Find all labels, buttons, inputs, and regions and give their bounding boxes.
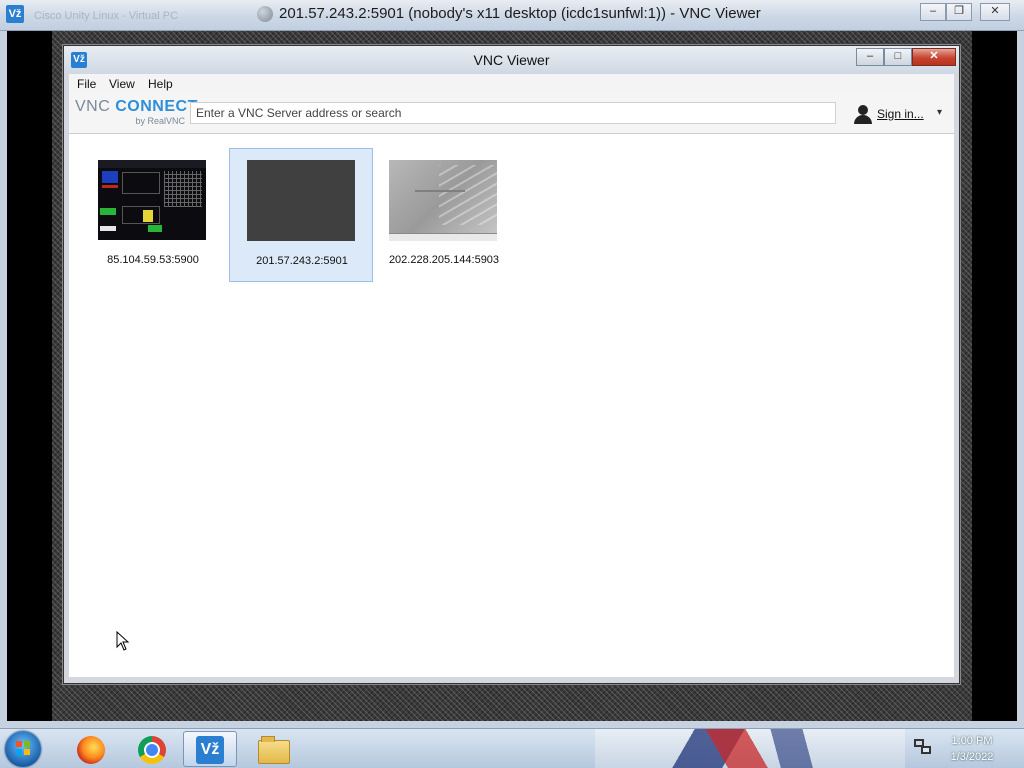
firefox-icon	[77, 736, 105, 764]
window-frame-bottom	[0, 721, 1024, 728]
mouse-cursor-icon	[116, 631, 130, 651]
taskbar-firefox-button[interactable]	[62, 731, 116, 767]
connection-tile-selected[interactable]: 201.57.243.2:5901	[229, 148, 373, 282]
window-frame-left	[0, 31, 7, 728]
vnc-viewer-titlebar[interactable]: Vž VNC Viewer ‒ □ ✕	[64, 46, 959, 74]
connection-thumbnail	[247, 160, 355, 241]
chrome-icon	[138, 736, 166, 764]
taskbar-file-explorer-button[interactable]	[245, 731, 299, 767]
menu-view[interactable]: View	[109, 77, 135, 91]
vnc-connect-logo: VNC CONNECT by RealVNC	[75, 98, 197, 130]
taskbar: Vž 1:00 PM 1/3/2022	[0, 728, 1024, 768]
vnc-maximize-button[interactable]: □	[884, 48, 912, 66]
taskbar-vnc-viewer-button[interactable]: Vž	[183, 731, 237, 767]
background-window-title: Cisco Unity Linux - Virtual PC	[34, 10, 179, 22]
start-button[interactable]	[5, 731, 41, 767]
brand-connect-text: CONNECT	[115, 98, 198, 115]
menu-file[interactable]: File	[77, 77, 96, 91]
brand-subtitle: by RealVNC	[135, 116, 185, 126]
vnc-viewer-logo-icon: Vž	[6, 5, 24, 23]
clock-time: 1:00 PM	[951, 735, 993, 747]
vnc-minimize-button[interactable]: ‒	[856, 48, 884, 66]
taskbar-chrome-button[interactable]	[124, 731, 178, 767]
brand-vnc-text: VNC	[75, 98, 111, 115]
outer-window-titlebar[interactable]: Vž Cisco Unity Linux - Virtual PC 201.57…	[0, 0, 1024, 31]
outer-minimize-button[interactable]: ‒	[920, 3, 946, 21]
vnc-viewer-window: Vž VNC Viewer ‒ □ ✕ File View Help VNC C…	[63, 45, 960, 684]
menu-bar: File View Help	[69, 74, 954, 96]
toolbar: VNC CONNECT by RealVNC Sign in... ▾	[69, 95, 954, 134]
vnc-viewer-title: VNC Viewer	[473, 52, 550, 68]
user-icon	[854, 104, 872, 124]
vnc-close-button[interactable]: ✕	[912, 48, 956, 66]
outer-close-button[interactable]: ✕	[980, 3, 1010, 21]
connection-address: 85.104.59.53:5900	[107, 254, 199, 266]
address-book-content: 85.104.59.53:5900 201.57.243.2:5901 202.…	[69, 134, 954, 677]
connection-address: 202.228.205.144:5903	[388, 254, 500, 266]
menu-help[interactable]: Help	[148, 77, 173, 91]
outer-restore-button[interactable]: ❐	[946, 3, 972, 21]
vnc-viewer-icon: Vž	[196, 736, 224, 764]
connection-thumbnail	[98, 160, 206, 240]
chevron-down-icon[interactable]: ▾	[937, 107, 942, 118]
outer-window-title: 201.57.243.2:5901 (nobody's x11 desktop …	[279, 5, 761, 22]
window-frame-right	[1017, 31, 1024, 728]
connection-thumbnail	[389, 160, 499, 241]
search-input[interactable]	[190, 102, 836, 124]
sign-in-button[interactable]: Sign in... ▾	[854, 104, 949, 124]
system-clock[interactable]: 1:00 PM 1/3/2022	[930, 733, 1014, 765]
windows-logo-icon	[16, 741, 30, 755]
connection-tile[interactable]: 85.104.59.53:5900	[81, 148, 225, 282]
file-explorer-icon	[258, 736, 290, 764]
connection-address: 201.57.243.2:5901	[256, 255, 348, 267]
connection-tile[interactable]: 202.228.205.144:5903	[372, 148, 516, 282]
clock-date: 1/3/2022	[950, 751, 994, 763]
taskbar-wallpaper-art	[595, 729, 905, 768]
sign-in-label: Sign in...	[877, 107, 924, 121]
globe-icon	[257, 6, 273, 22]
